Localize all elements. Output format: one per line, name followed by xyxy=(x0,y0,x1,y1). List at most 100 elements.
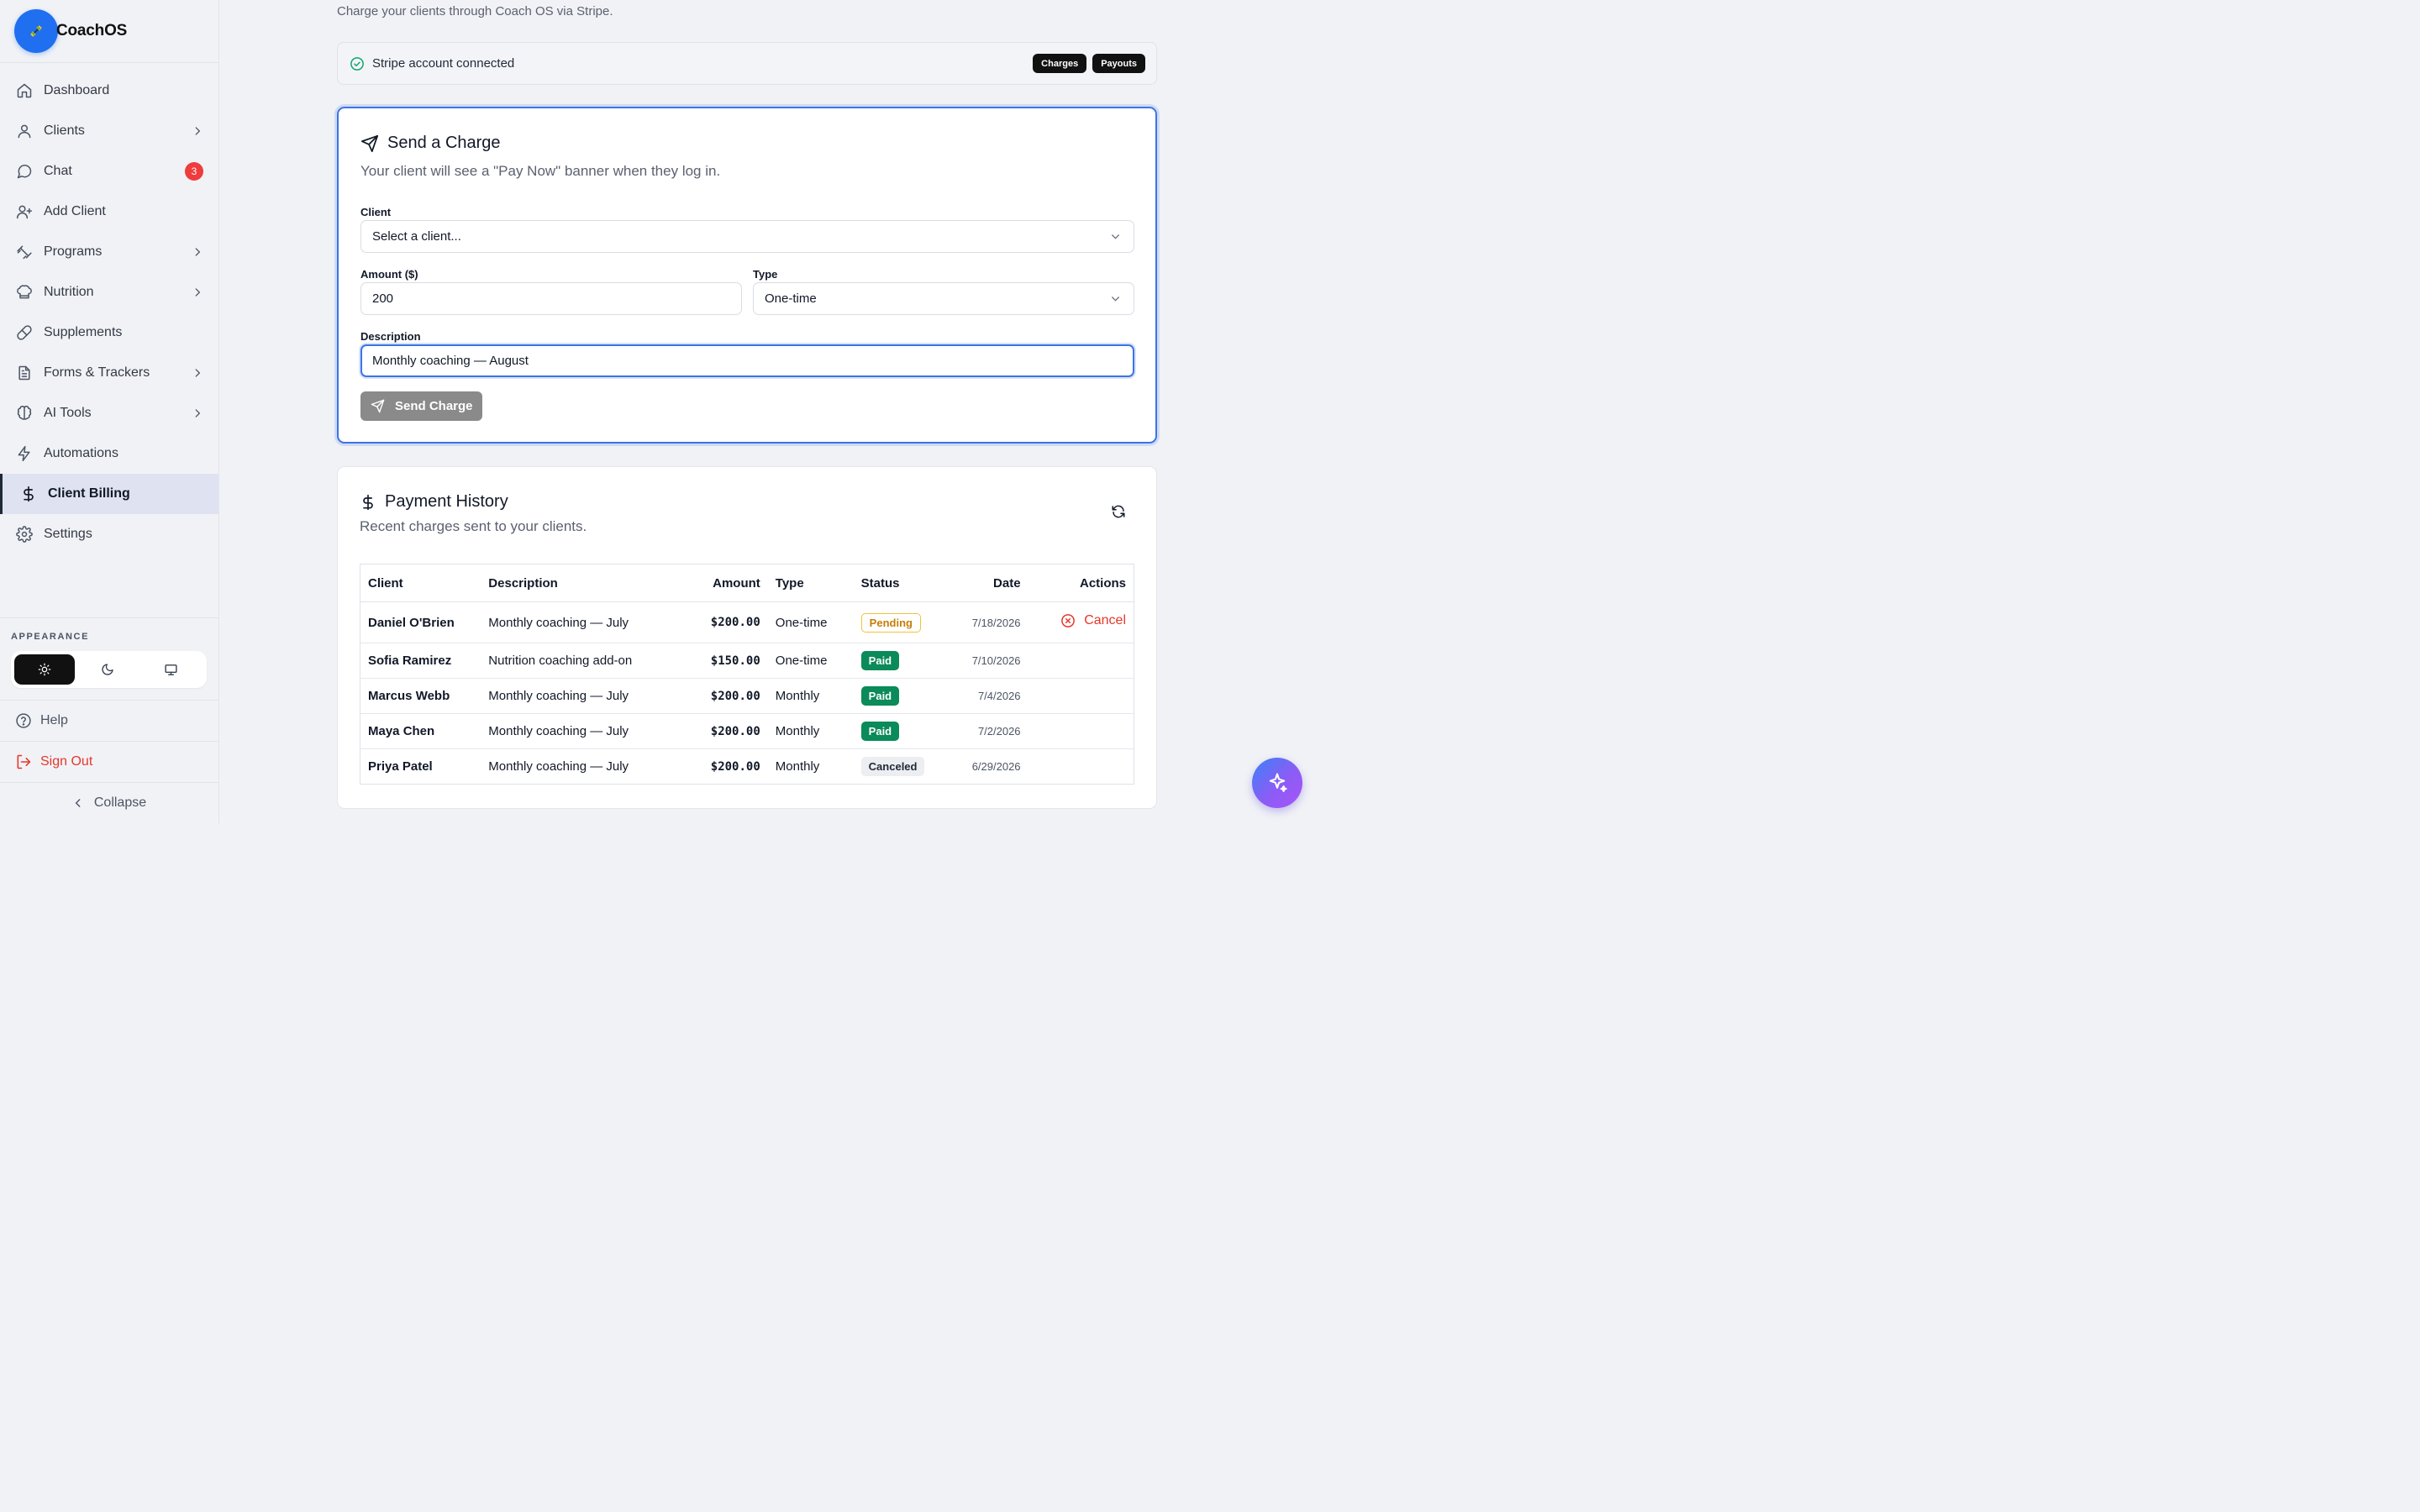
collapse-sidebar-button[interactable]: Collapse xyxy=(0,783,218,823)
document-icon xyxy=(15,364,34,382)
sidebar-item-automations[interactable]: Automations xyxy=(0,433,218,474)
type-field-label: Type xyxy=(753,268,778,281)
stripe-status-bar: Stripe account connected Charges Payouts xyxy=(337,42,1157,85)
cell-actions xyxy=(1028,643,1134,679)
sidebar-item-chat[interactable]: Chat 3 xyxy=(0,151,218,192)
cell-actions: Cancel xyxy=(1028,601,1134,643)
sidebar-item-label: Chat xyxy=(44,164,72,178)
description-input[interactable]: Monthly coaching — August xyxy=(360,344,1134,377)
monitor-icon xyxy=(164,664,177,675)
dollar-icon xyxy=(363,494,373,510)
cell-description: Monthly coaching — July xyxy=(481,713,666,749)
ai-assistant-button[interactable] xyxy=(1252,758,1302,808)
dumbbell-icon xyxy=(15,243,34,261)
appearance-section: APPEARANCE xyxy=(0,617,218,688)
chevron-down-icon xyxy=(1112,297,1119,302)
sidebar-item-nutrition[interactable]: Nutrition xyxy=(0,272,218,312)
chevron-right-icon xyxy=(195,248,201,256)
cell-actions xyxy=(1028,749,1134,785)
sidebar-item-settings[interactable]: Settings xyxy=(0,514,218,554)
brand-name: CoachOS xyxy=(56,22,128,39)
collapse-label: Collapse xyxy=(93,795,147,810)
column-header-actions: Actions xyxy=(1028,564,1134,602)
send-charge-button[interactable]: Send Charge xyxy=(360,391,482,421)
status-badge-pending: Pending xyxy=(860,612,921,633)
cell-type: Monthly xyxy=(767,678,854,714)
home-icon xyxy=(15,81,34,100)
theme-dark-button[interactable] xyxy=(77,654,138,685)
check-circle-icon xyxy=(350,56,364,71)
amount-input-value: 200 xyxy=(372,291,394,306)
chef-hat-icon xyxy=(15,283,34,302)
send-charge-card: Send a Charge Your client will see a "Pa… xyxy=(337,107,1157,444)
brain-icon xyxy=(15,404,34,423)
sun-icon xyxy=(38,663,51,676)
client-select-value: Select a client... xyxy=(372,229,461,244)
sidebar-nav: Dashboard Clients Chat 3 Add Client Prog… xyxy=(0,63,218,554)
gear-icon xyxy=(15,525,34,543)
table-header-row: Client Description Amount Type Status Da… xyxy=(360,564,1134,602)
payouts-pill-button[interactable]: Payouts xyxy=(1092,54,1145,73)
cancel-charge-button[interactable]: Cancel xyxy=(1060,613,1126,628)
client-select[interactable]: Select a client... xyxy=(360,220,1134,253)
sidebar-item-label: AI Tools xyxy=(44,406,92,420)
send-charge-description: Your client will see a "Pay Now" banner … xyxy=(360,163,721,179)
sidebar-item-label: Dashboard xyxy=(44,83,110,97)
pill-icon xyxy=(15,323,34,342)
cell-date: 7/18/2026 xyxy=(944,601,1028,643)
x-circle-icon xyxy=(1061,614,1076,627)
sign-out-button[interactable]: Sign Out xyxy=(0,742,218,782)
cell-description: Monthly coaching — July xyxy=(488,759,629,774)
sidebar-item-programs[interactable]: Programs xyxy=(0,232,218,272)
stripe-status-text: Stripe account connected xyxy=(372,56,515,71)
brand-logo[interactable] xyxy=(14,9,58,53)
logout-icon xyxy=(17,754,31,769)
sidebar-item-dashboard[interactable]: Dashboard xyxy=(0,71,218,111)
status-badge-paid: Paid xyxy=(860,722,900,741)
cell-type: Monthly xyxy=(775,759,820,774)
refresh-button[interactable] xyxy=(1111,504,1126,523)
help-link[interactable]: Help xyxy=(0,701,218,741)
user-plus-icon xyxy=(15,202,34,221)
sidebar-item-supplements[interactable]: Supplements xyxy=(0,312,218,353)
send-charge-label: Send Charge xyxy=(395,399,473,413)
status-badge-canceled: Canceled xyxy=(860,757,925,776)
appearance-title: APPEARANCE xyxy=(11,632,90,642)
type-select-value: One-time xyxy=(765,291,817,306)
column-header-client: Client xyxy=(360,564,481,602)
sidebar-item-clients[interactable]: Clients xyxy=(0,111,218,151)
sidebar-item-ai-tools[interactable]: AI Tools xyxy=(0,393,218,433)
table-row: Maya Chen Monthly coaching — July $200.0… xyxy=(360,713,1134,749)
table-row: Sofia Ramirez Nutrition coaching add-on … xyxy=(360,643,1134,679)
cell-type: One-time xyxy=(767,643,854,679)
sidebar-item-client-billing[interactable]: Client Billing xyxy=(0,474,218,514)
chevron-right-icon xyxy=(195,288,201,297)
type-select[interactable]: One-time xyxy=(753,282,1134,315)
payment-history-description: Recent charges sent to your clients. xyxy=(360,518,587,534)
charges-pill-button[interactable]: Charges xyxy=(1033,54,1087,73)
sign-out-label: Sign Out xyxy=(40,754,93,769)
cell-status: Paid xyxy=(853,643,944,679)
amount-input[interactable]: 200 xyxy=(360,282,742,315)
stripe-links: Charges Payouts xyxy=(1033,54,1145,73)
chevron-down-icon xyxy=(1112,234,1119,239)
table-row: Daniel O'Brien Monthly coaching — July $… xyxy=(360,601,1134,643)
cell-status: Paid xyxy=(853,678,944,714)
sidebar-item-forms-trackers[interactable]: Forms & Trackers xyxy=(0,353,218,393)
sidebar-item-label: Automations xyxy=(44,446,118,460)
column-header-status: Status xyxy=(853,564,944,602)
help-label: Help xyxy=(40,713,68,727)
page-subtitle: Charge your clients through Coach OS via… xyxy=(337,4,613,18)
cell-amount: $200.00 xyxy=(710,759,760,774)
payment-history-table: Client Description Amount Type Status Da… xyxy=(360,564,1134,785)
sidebar-item-add-client[interactable]: Add Client xyxy=(0,192,218,232)
main-content: Charge your clients through Coach OS via… xyxy=(220,0,1318,823)
theme-light-button[interactable] xyxy=(14,654,75,685)
amount-field-label: Amount ($) xyxy=(360,268,418,281)
payment-history-card: Payment History Recent charges sent to y… xyxy=(337,466,1157,809)
cell-amount: $200.00 xyxy=(665,601,768,643)
chevron-right-icon xyxy=(195,409,201,417)
theme-system-button[interactable] xyxy=(140,654,201,685)
cell-date: 6/29/2026 xyxy=(971,760,1021,773)
send-charge-title: Send a Charge xyxy=(387,134,501,152)
